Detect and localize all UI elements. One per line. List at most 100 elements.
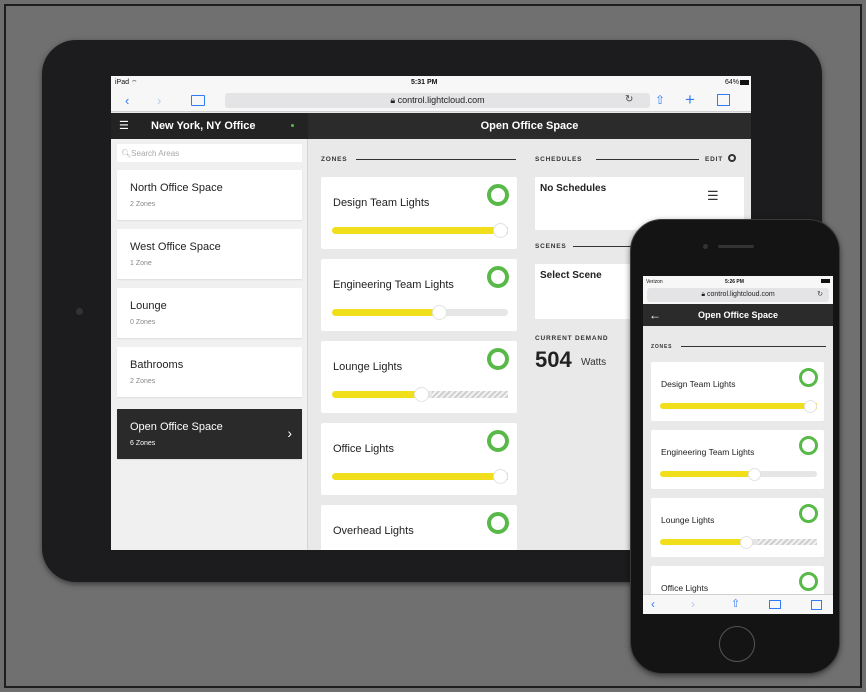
power-toggle-icon[interactable]	[487, 512, 509, 534]
demand-unit: Watts	[581, 357, 607, 368]
slider-knob[interactable]	[493, 469, 508, 484]
brightness-slider[interactable]	[660, 535, 817, 549]
bookmarks-icon[interactable]	[769, 600, 781, 609]
address-bar[interactable]: 🔒︎ control.lightcloud.com ↻	[647, 288, 829, 302]
forward-icon[interactable]: ›	[691, 597, 695, 611]
brightness-slider[interactable]	[332, 387, 508, 402]
new-tab-icon[interactable]: +	[685, 90, 695, 110]
brightness-slider[interactable]	[332, 305, 508, 320]
zone-name: Overhead Lights	[333, 525, 414, 537]
back-arrow-icon[interactable]: ←	[649, 304, 661, 326]
battery-icon	[740, 80, 749, 85]
url-text: control.lightcloud.com	[706, 291, 775, 298]
share-icon[interactable]: ⇧	[731, 597, 740, 610]
battery-icon	[821, 279, 830, 283]
slider-knob[interactable]	[804, 399, 817, 413]
zone-card[interactable]: Lounge Lights	[651, 498, 824, 557]
reload-icon[interactable]: ↻	[817, 288, 823, 302]
main-header: Open Office Space	[308, 113, 751, 139]
ipad-camera	[76, 308, 83, 315]
tabs-icon[interactable]	[811, 600, 822, 610]
zone-name: Lounge Lights	[661, 515, 715, 525]
power-toggle-icon[interactable]	[799, 368, 818, 387]
brightness-slider[interactable]	[660, 467, 817, 481]
brightness-fill	[332, 309, 438, 316]
brightness-slider[interactable]	[332, 469, 508, 484]
zone-name: Design Team Lights	[661, 379, 736, 389]
home-button[interactable]	[719, 626, 755, 662]
lock-icon: 🔒︎	[390, 95, 398, 105]
status-time: 5:31 PM	[411, 79, 438, 86]
sidebar-item-north-office-space[interactable]: North Office Space 2 Zones	[117, 170, 302, 220]
power-toggle-icon[interactable]	[799, 436, 818, 455]
power-toggle-icon[interactable]	[487, 266, 509, 288]
address-bar[interactable]: 🔒︎ control.lightcloud.com	[225, 93, 650, 108]
forward-icon[interactable]: ›	[157, 93, 161, 108]
tabs-icon[interactable]	[717, 94, 730, 106]
area-name: Open Office Space	[130, 421, 223, 433]
zones-divider	[681, 346, 826, 347]
safari-toolbar: ‹ › ⇧	[643, 594, 833, 614]
sidebar-item-bathrooms[interactable]: Bathrooms 2 Zones	[117, 347, 302, 397]
schedules-text: No Schedules	[540, 183, 607, 194]
iphone-status-bar: Verizon 5:26 PM	[643, 276, 833, 287]
menu-icon[interactable]: ☰	[119, 119, 129, 132]
search-areas-input[interactable]: 🔍︎Search Areas	[117, 144, 302, 162]
zone-card[interactable]: Office Lights	[321, 423, 517, 495]
zone-card[interactable]: Design Team Lights	[321, 177, 517, 249]
battery-label: 64%	[724, 79, 739, 86]
unavailable-hatch	[432, 391, 508, 398]
area-name: West Office Space	[130, 241, 221, 253]
brightness-slider[interactable]	[332, 223, 508, 238]
sidebar-item-lounge[interactable]: Lounge 0 Zones	[117, 288, 302, 338]
power-toggle-icon[interactable]	[487, 348, 509, 370]
brightness-fill	[332, 391, 420, 398]
slider-knob[interactable]	[748, 467, 761, 481]
area-name: Lounge	[130, 300, 167, 312]
list-icon[interactable]: ☰	[707, 188, 719, 204]
zone-card[interactable]: Engineering Team Lights	[651, 430, 824, 489]
slider-knob[interactable]	[432, 305, 447, 320]
schedules-label: SCHEDULES	[535, 156, 583, 163]
brightness-slider[interactable]	[660, 399, 817, 413]
power-toggle-icon[interactable]	[487, 430, 509, 452]
sidebar-item-open-office-space[interactable]: Open Office Space 6 Zones ›	[117, 409, 302, 459]
zone-card[interactable]: Design Team Lights	[651, 362, 824, 421]
carrier-label: Verizon	[646, 279, 663, 285]
schedules-divider	[596, 159, 699, 160]
brightness-fill	[660, 471, 754, 477]
area-zone-count: 2 Zones	[130, 201, 156, 208]
iphone-camera	[703, 244, 708, 249]
zone-name: Office Lights	[661, 583, 709, 593]
brightness-fill	[332, 473, 508, 480]
power-toggle-icon[interactable]	[487, 184, 509, 206]
zone-card[interactable]: Overhead Lights	[321, 505, 517, 550]
brightness-fill	[660, 539, 746, 545]
zones-label: ZONES	[321, 156, 348, 163]
power-toggle-icon[interactable]	[799, 504, 818, 523]
online-indicator-icon	[291, 124, 294, 127]
edit-schedules-button[interactable]: EDIT	[705, 156, 723, 163]
share-icon[interactable]: ⇧	[655, 93, 665, 107]
sidebar-item-west-office-space[interactable]: West Office Space 1 Zone	[117, 229, 302, 279]
iphone-address-bar[interactable]: 🔒︎ control.lightcloud.com ↻	[643, 287, 833, 304]
power-toggle-icon[interactable]	[799, 572, 818, 591]
scenes-label: SCENES	[535, 243, 567, 250]
browser-toolbar: ‹ › 🔒︎ control.lightcloud.com ↻ ⇧ +	[111, 90, 751, 112]
back-icon[interactable]: ‹	[651, 597, 655, 611]
area-title: Open Office Space	[480, 120, 579, 132]
zone-card[interactable]: Engineering Team Lights	[321, 259, 517, 331]
bookmarks-icon[interactable]	[191, 95, 205, 106]
back-icon[interactable]: ‹	[125, 93, 129, 108]
gear-icon[interactable]	[728, 154, 736, 162]
zone-card[interactable]: Lounge Lights	[321, 341, 517, 413]
reload-icon[interactable]: ↻	[625, 94, 633, 105]
slider-knob[interactable]	[740, 535, 753, 549]
area-title: Open Office Space	[697, 310, 779, 320]
zones-label: ZONES	[651, 344, 673, 350]
chevron-right-icon: ›	[287, 425, 292, 441]
zone-name: Design Team Lights	[333, 197, 430, 209]
slider-knob[interactable]	[493, 223, 508, 238]
location-title[interactable]: New York, NY Office	[151, 120, 256, 132]
slider-knob[interactable]	[414, 387, 429, 402]
